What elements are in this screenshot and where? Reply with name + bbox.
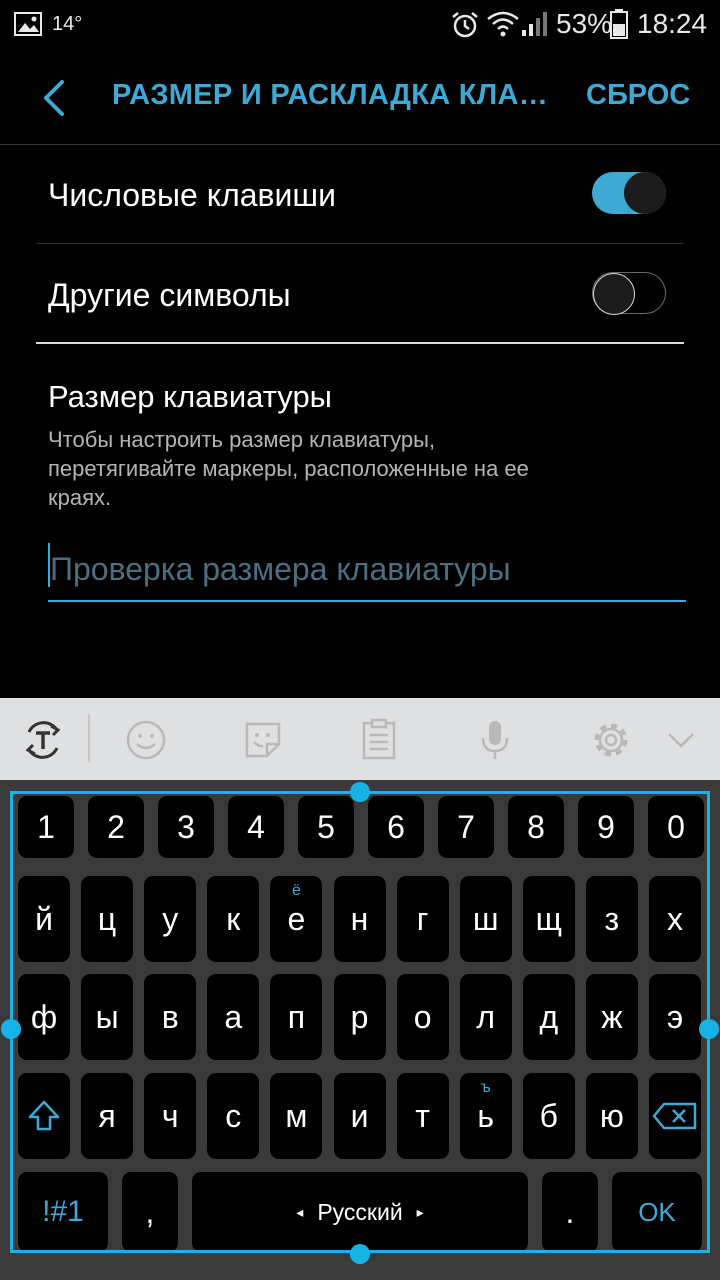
status-bar: 14° 53% 18:24 [0, 0, 720, 50]
text-mode-icon[interactable] [21, 718, 65, 762]
numeric-keys-toggle[interactable] [592, 172, 666, 214]
page-title: РАЗМЕР И РАСКЛАДКА КЛАВИАТУРЫ [112, 79, 552, 111]
battery-percent: 53% [556, 8, 613, 39]
signal-icon [522, 12, 547, 36]
chevron-down-icon[interactable] [659, 718, 703, 762]
toggle-knob [593, 273, 635, 315]
clock: 18:24 [637, 8, 708, 39]
clipboard-icon[interactable] [357, 718, 401, 762]
gear-icon[interactable] [589, 718, 633, 762]
resize-handle-left[interactable] [1, 1019, 21, 1039]
emoji-icon[interactable] [124, 718, 168, 762]
keyboard-resize-frame [10, 791, 710, 1253]
setting-numeric-keys[interactable]: Числовые клавиши [36, 144, 684, 244]
setting-other-symbols[interactable]: Другие символы [36, 244, 684, 343]
microphone-icon[interactable] [473, 718, 517, 762]
keyboard-size-description: Чтобы настроить размер клавиатуры, перет… [48, 427, 529, 510]
keyboard-size-test-input[interactable] [48, 538, 686, 602]
keyboard-size-title: Размер клавиатуры [48, 379, 332, 414]
toggle-knob [624, 172, 666, 214]
wifi-icon [487, 11, 519, 37]
keyboard-toolbar [0, 698, 720, 780]
text-caret [48, 543, 50, 587]
reset-button[interactable]: СБРОС [586, 79, 690, 112]
resize-handle-top[interactable] [350, 782, 370, 802]
app-bar: РАЗМЕР И РАСКЛАДКА КЛАВИАТУРЫ СБРОС [0, 50, 720, 145]
other-symbols-toggle[interactable] [592, 272, 666, 315]
sticker-icon[interactable] [241, 718, 285, 762]
resize-handle-right[interactable] [699, 1019, 719, 1039]
other-symbols-label: Другие символы [48, 277, 291, 313]
alarm-icon [452, 12, 478, 38]
back-arrow-icon[interactable] [30, 74, 80, 124]
temperature: 14° [52, 13, 83, 35]
section-divider [36, 342, 684, 344]
toolbar-separator [88, 714, 90, 762]
gallery-icon [14, 12, 42, 36]
battery-icon [610, 9, 628, 39]
numeric-keys-label: Числовые клавиши [48, 177, 336, 213]
resize-handle-bottom[interactable] [350, 1244, 370, 1264]
